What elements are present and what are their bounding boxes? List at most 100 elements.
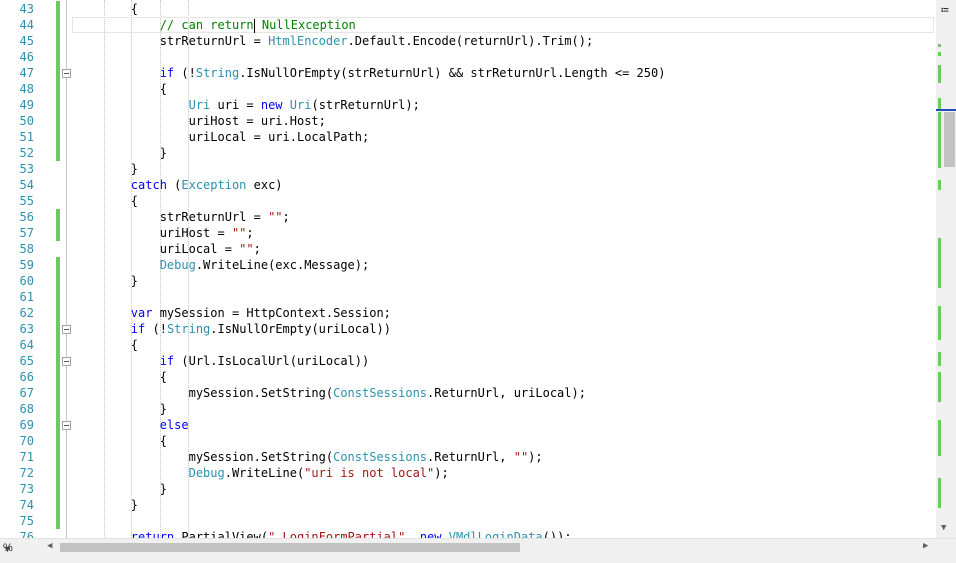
code-line[interactable]: 59 Debug.WriteLine(exc.Message);: [0, 257, 936, 273]
code-line[interactable]: 49 Uri uri = new Uri(strReturnUrl);: [0, 97, 936, 113]
code-text: if (!String.IsNullOrEmpty(uriLocal)): [130, 322, 391, 336]
line-number: 55: [19, 194, 34, 208]
code-text: {: [73, 338, 139, 352]
code-line[interactable]: 56 strReturnUrl = "";: [0, 209, 936, 225]
line-number: 44: [19, 18, 34, 32]
code-text: else: [159, 418, 189, 432]
code-line[interactable]: 67 mySession.SetString(ConstSessions.Ret…: [0, 385, 936, 401]
code-line[interactable]: 65 if (Url.IsLocalUrl(uriLocal)): [0, 353, 936, 369]
code-line[interactable]: 75: [0, 513, 936, 529]
code-text: uriLocal = "";: [73, 242, 261, 256]
change-indicator: [56, 321, 60, 337]
code-line[interactable]: 70 {: [0, 433, 936, 449]
horizontal-scroll-thumb[interactable]: [60, 543, 520, 552]
code-text: {: [73, 82, 167, 96]
line-number: 68: [19, 402, 34, 416]
collapse-icon[interactable]: [62, 69, 71, 78]
collapse-icon[interactable]: [62, 357, 71, 366]
line-number: 75: [19, 514, 34, 528]
line-number: 57: [19, 226, 34, 240]
chevron-down-icon[interactable]: ▼: [3, 542, 12, 556]
chevron-left-icon[interactable]: ◀: [47, 541, 52, 551]
line-number: 56: [19, 210, 34, 224]
code-line[interactable]: 48 {: [0, 81, 936, 97]
line-number: 50: [19, 114, 34, 128]
code-text: // can return NullException: [159, 18, 356, 33]
line-number: 59: [19, 258, 34, 272]
code-line[interactable]: 60 }: [0, 273, 936, 289]
change-indicator: [56, 353, 60, 369]
change-indicator: [56, 401, 60, 417]
scrollbar-change-marker: [938, 112, 941, 168]
line-number: 45: [19, 34, 34, 48]
line-number: 63: [19, 322, 34, 336]
code-line[interactable]: 55 {: [0, 193, 936, 209]
code-line[interactable]: 45 strReturnUrl = HtmlEncoder.Default.En…: [0, 33, 936, 49]
split-icon[interactable]: ≔: [941, 3, 949, 18]
scrollbar-change-marker: [938, 238, 941, 288]
zoom-level-dropdown[interactable]: % ▼: [0, 541, 44, 555]
code-line[interactable]: 69 else: [0, 417, 936, 433]
change-indicator: [56, 129, 60, 145]
collapse-icon[interactable]: [62, 325, 71, 334]
code-line[interactable]: 50 uriHost = uri.Host;: [0, 113, 936, 129]
code-text: var mySession = HttpContext.Session;: [130, 306, 391, 320]
scrollbar-change-marker: [938, 52, 941, 56]
change-indicator: [56, 273, 60, 289]
code-text: {: [73, 434, 167, 448]
scrollbar-change-marker: [938, 478, 941, 508]
collapse-icon[interactable]: [62, 421, 71, 430]
change-indicator: [56, 481, 60, 497]
code-line[interactable]: 74 }: [0, 497, 936, 513]
code-text: return PartialView("_LoginFormPartial", …: [130, 530, 572, 538]
line-number: 54: [19, 178, 34, 192]
code-line[interactable]: 46: [0, 49, 936, 65]
code-line[interactable]: 54 catch (Exception exc): [0, 177, 936, 193]
code-line[interactable]: 73 }: [0, 481, 936, 497]
line-number: 67: [19, 386, 34, 400]
code-editor[interactable]: 43 {44 // can return NullException 45 str…: [0, 0, 936, 538]
code-line[interactable]: 68 }: [0, 401, 936, 417]
vertical-scroll-thumb[interactable]: [944, 112, 955, 167]
code-line[interactable]: 52 }: [0, 145, 936, 161]
code-line[interactable]: 64 {: [0, 337, 936, 353]
code-line[interactable]: 58 uriLocal = "";: [0, 241, 936, 257]
change-indicator: [56, 81, 60, 97]
code-line[interactable]: 44 // can return NullException: [0, 17, 936, 33]
change-indicator: [56, 289, 60, 305]
change-indicator: [56, 369, 60, 385]
line-number: 69: [19, 418, 34, 432]
chevron-down-icon[interactable]: ▼: [941, 523, 946, 533]
line-number: 74: [19, 498, 34, 512]
code-line[interactable]: 47 if (!String.IsNullOrEmpty(strReturnUr…: [0, 65, 936, 81]
scrollbar-change-marker: [938, 372, 941, 402]
line-number: 49: [19, 98, 34, 112]
change-indicator: [56, 449, 60, 465]
code-text: strReturnUrl = "";: [73, 210, 290, 224]
code-line[interactable]: 57 uriHost = "";: [0, 225, 936, 241]
line-number: 43: [19, 2, 34, 16]
line-number: 47: [19, 66, 34, 80]
scrollbar-change-marker: [938, 306, 941, 340]
code-text: uriHost = "";: [73, 226, 254, 240]
change-indicator: [56, 305, 60, 321]
chevron-right-icon[interactable]: ▶: [923, 541, 928, 551]
code-line[interactable]: 76 return PartialView("_LoginFormPartial…: [0, 529, 936, 538]
change-indicator: [56, 337, 60, 353]
code-line[interactable]: 66 {: [0, 369, 936, 385]
code-line[interactable]: 63 if (!String.IsNullOrEmpty(uriLocal)): [0, 321, 936, 337]
change-indicator: [56, 1, 60, 17]
line-number: 61: [19, 290, 34, 304]
code-line[interactable]: 51 uriLocal = uri.LocalPath;: [0, 129, 936, 145]
code-line[interactable]: 53 }: [0, 161, 936, 177]
code-line[interactable]: 43 {: [0, 1, 936, 17]
code-text: Debug.WriteLine(exc.Message);: [159, 258, 370, 272]
code-text: }: [73, 162, 139, 176]
code-line[interactable]: 72 Debug.WriteLine("uri is not local");: [0, 465, 936, 481]
code-line[interactable]: 62 var mySession = HttpContext.Session;: [0, 305, 936, 321]
line-number: 46: [19, 50, 34, 64]
change-indicator: [56, 497, 60, 513]
change-indicator: [56, 145, 60, 161]
code-line[interactable]: 61: [0, 289, 936, 305]
code-line[interactable]: 71 mySession.SetString(ConstSessions.Ret…: [0, 449, 936, 465]
